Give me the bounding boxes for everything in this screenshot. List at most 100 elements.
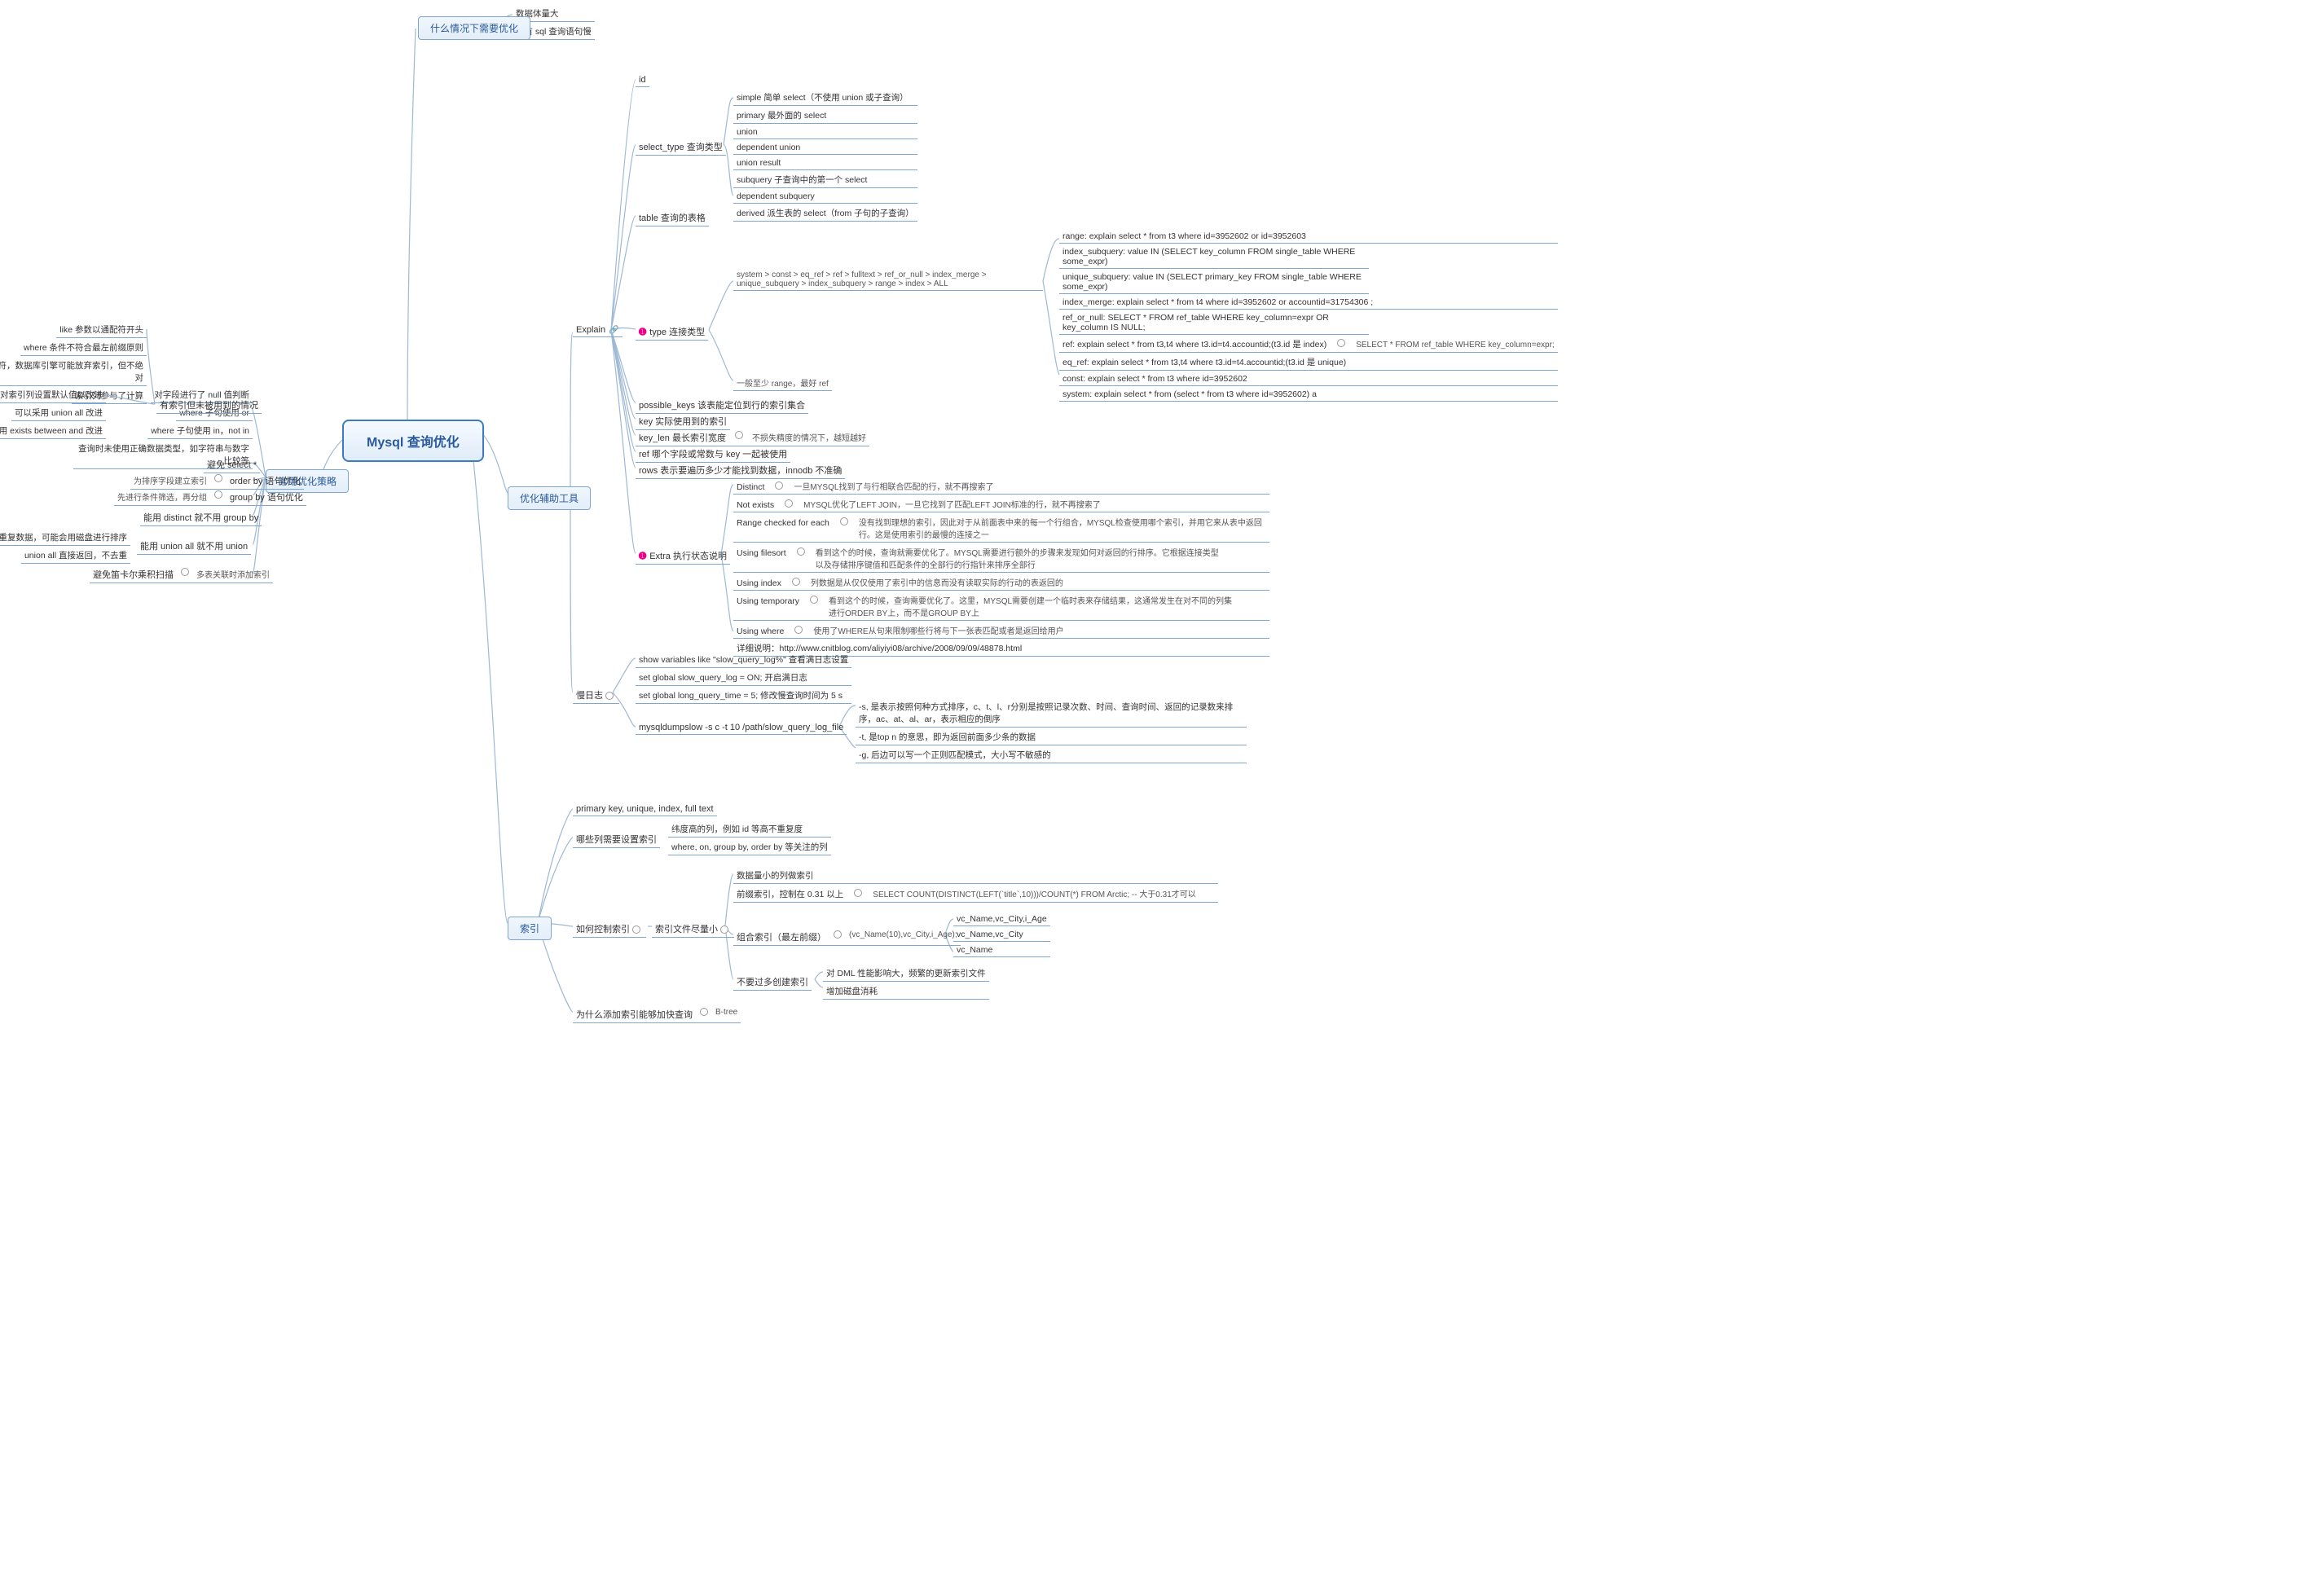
type-note2: 一般至少 range，最好 ref [733,375,832,391]
explain-type[interactable]: ➊type 连接类型 [636,323,708,341]
explain-table: table 查询的表格 [636,209,709,226]
join-circle [854,889,862,897]
tp-7: const: explain select * from t3 where id… [1059,372,1558,386]
join-circle [214,474,222,482]
control-index[interactable]: 如何控制索引 [573,921,646,938]
join-circle [214,490,222,499]
fs-3[interactable]: 不要过多创建索引 [733,974,812,991]
unionall-label[interactable]: 能用 union all 就不用 union [137,538,251,555]
index-unused-leftopts: 对索引列设置默认值以改进 可以采用 union all 改进 使用 exists… [0,387,106,439]
tp-5: ref: explain select * from t3,t4 where t… [1063,338,1326,350]
join-circle [632,926,640,934]
tp-6: eq_ref: explain select * from t3,t4 wher… [1059,354,1558,371]
distinct-label: 能用 distinct 就不用 group by [140,509,262,526]
ex-3v: 看到这个的时候，查询就需要优化了。MYSQL需要进行额外的步骤来发现如何对返回的… [816,546,1223,570]
ex-5v: 看到这个的时候，查询需要优化了。这里，MYSQL需要创建一个临时表来存储结果，这… [829,594,1236,618]
fs-2: 组合索引（最左前缀） [737,930,826,943]
tp-3: index_merge: explain select * from t4 wh… [1059,296,1558,310]
extra-items: Distinct一旦MYSQL找到了与行相联合匹配的行，就不再搜索了 Not e… [733,478,1269,657]
explain-ref: ref 哪个字段或常数与 key 一起被使用 [636,446,790,463]
ex-1v: MYSQL优化了LEFT JOIN，一旦它找到了匹配LEFT JOIN标准的行，… [803,498,1101,510]
root-node: Mysql 查询优化 [342,420,484,462]
dumpslow-node[interactable]: mysqldumpslow -s c -t 10 /path/slow_quer… [636,721,847,735]
unionall-notes: union 会排序去掉重复数据，可能会用磁盘进行排序 union all 直接返… [0,530,130,564]
st-4: union result [733,156,917,170]
ds-2: -g, 后边可以写一个正则匹配模式，大小写不敏感的 [856,747,1247,763]
explain-type-text: type 连接类型 [649,328,705,337]
ex-4k: Using index [737,578,781,588]
ds-0: -s, 是表示按照何种方式排序，c、t、l、r分别是按照记录次数、时间、查询时间… [856,699,1247,728]
link-icon: 🔗 [609,326,618,335]
file-small-label: 索引文件尽量小 [655,925,718,934]
iu-lo-2: 使用 exists between and 改进 [0,423,106,439]
explain-keylen-note: 不损失精度的情况下，越短越好 [752,431,866,444]
slowlog-node[interactable]: 慢日志 [573,687,619,704]
explain-id: id [636,73,649,87]
cc-2: vc_Name [953,943,1050,957]
topic-when-optimize[interactable]: 什么情况下需要优化 [418,16,530,40]
warn-icon: ➊ [639,552,646,561]
fs-1: 前缀索引，控制在 0.31 以上 [737,888,843,900]
join-circle [1337,339,1345,347]
join-circle [720,926,728,934]
cartesian-label: 避免笛卡尔乘积扫描 [93,568,174,581]
topic-tools[interactable]: 优化辅助工具 [508,486,591,510]
join-circle [735,431,743,439]
tp-4: ref_or_null: SELECT * FROM ref_table WHE… [1059,311,1369,335]
sl-2: set global long_query_time = 5; 修改慢查询时间为… [636,688,851,704]
join-circle [181,568,189,576]
st-7: derived 派生表的 select（from 子句的子查询） [733,205,917,222]
which-cols[interactable]: 哪些列需要设置索引 [573,831,660,848]
explain-node[interactable]: Explain 🔗 [573,323,623,337]
file-small[interactable]: 索引文件尽量小 [652,921,734,938]
ex-6k: Using where [737,627,784,636]
iu-6r: where 子句使用 in，not in [147,423,253,439]
iu-lo-0: 对索引列设置默认值以改进 [0,387,106,403]
ex-6v: 使用了WHERE从句来限制哪些行将与下一张表匹配或者是返回给用户 [813,624,1063,636]
oc-1: 增加磁盘消耗 [823,983,989,1000]
ex-3k: Using filesort [737,548,786,558]
groupby-row: 先进行条件筛选，再分组 group by 语句优化 [114,489,306,506]
cartesian-row: 避免笛卡尔乘积扫描 多表关联时添加索引 [90,566,273,583]
st-0: simple 简单 select（不使用 union 或子查询） [733,90,917,106]
sl-1: set global slow_query_log = ON; 开启满日志 [636,670,851,686]
why-fast-note: B-tree [715,1008,737,1021]
ex-2k: Range checked for each [737,518,829,528]
ex-0k: Distinct [737,482,764,492]
avoid-star: 避免 select * [204,456,260,473]
explain-extra[interactable]: ➊Extra 执行状态说明 [636,547,730,565]
cc-1: vc_Name,vc_City [953,928,1050,942]
tp-2: unique_subquery: value IN (SELECT primar… [1059,270,1369,294]
index-unused-node[interactable]: 有索引但未被用到的情况 [156,397,262,414]
slowlog-items: show variables like "slow_query_log%" 查看… [636,652,851,704]
sl-0: show variables like "slow_query_log%" 查看… [636,652,851,668]
orderby-row: 为排序字段建立索引 order by 语句优化 [130,473,304,490]
groupby-label: group by 语句优化 [230,490,303,503]
iu-lo-1: 可以采用 union all 改进 [11,405,106,421]
ds-1: -t, 是top n 的意思，即为返回前面多少条的数据 [856,729,1247,745]
join-circle [797,547,805,556]
prefix-desc: SELECT COUNT(DISTINCT(LEFT(`title`,10)))… [873,887,1215,899]
which-cols-items: 纬度高的列，例如 id 等高不重复度 where, on, group by, … [668,821,831,855]
type-items: range: explain select * from t3 where id… [1059,230,1558,402]
why-fast-label: 为什么添加索引能够加快查询 [576,1008,693,1021]
ex-5k: Using temporary [737,596,799,606]
ex-4v: 列数据是从仅仅使用了索引中的信息而没有读取实际的行动的表返回的 [811,576,1063,588]
join-circle [834,930,842,939]
overcreate-notes: 对 DML 性能影响大，频繁的更新索引文件 增加磁盘消耗 [823,965,989,1000]
combo-children: vc_Name,vc_City,i_Age vc_Name,vc_City vc… [953,912,1050,957]
iu-1: where 条件不符合最左前缀原则 [20,340,147,356]
un-1: union all 直接返回，不去重 [21,547,130,564]
explain-keylen: key_len 最长索引宽度 [639,431,726,444]
selecttype-items: simple 简单 select（不使用 union 或子查询） primary… [733,90,917,222]
topic-index[interactable]: 索引 [508,917,552,940]
st-2: union [733,125,917,139]
index-types: primary key, unique, index, full text [573,802,717,816]
explain-key: key 实际使用到的索引 [636,413,730,430]
st-6: dependent subquery [733,190,917,204]
explain-selecttype[interactable]: select_type 查询类型 [636,138,726,156]
orderby-note: 为排序字段建立索引 [134,474,207,487]
explain-label: Explain [576,325,605,335]
iu-2: 使用 != <> 操作符，数据库引擎可能放弃索引，但不绝对 [0,358,147,386]
combo-row: 组合索引（最左前缀） (vc_Name(10),vc_City,i_Age); [733,929,961,946]
